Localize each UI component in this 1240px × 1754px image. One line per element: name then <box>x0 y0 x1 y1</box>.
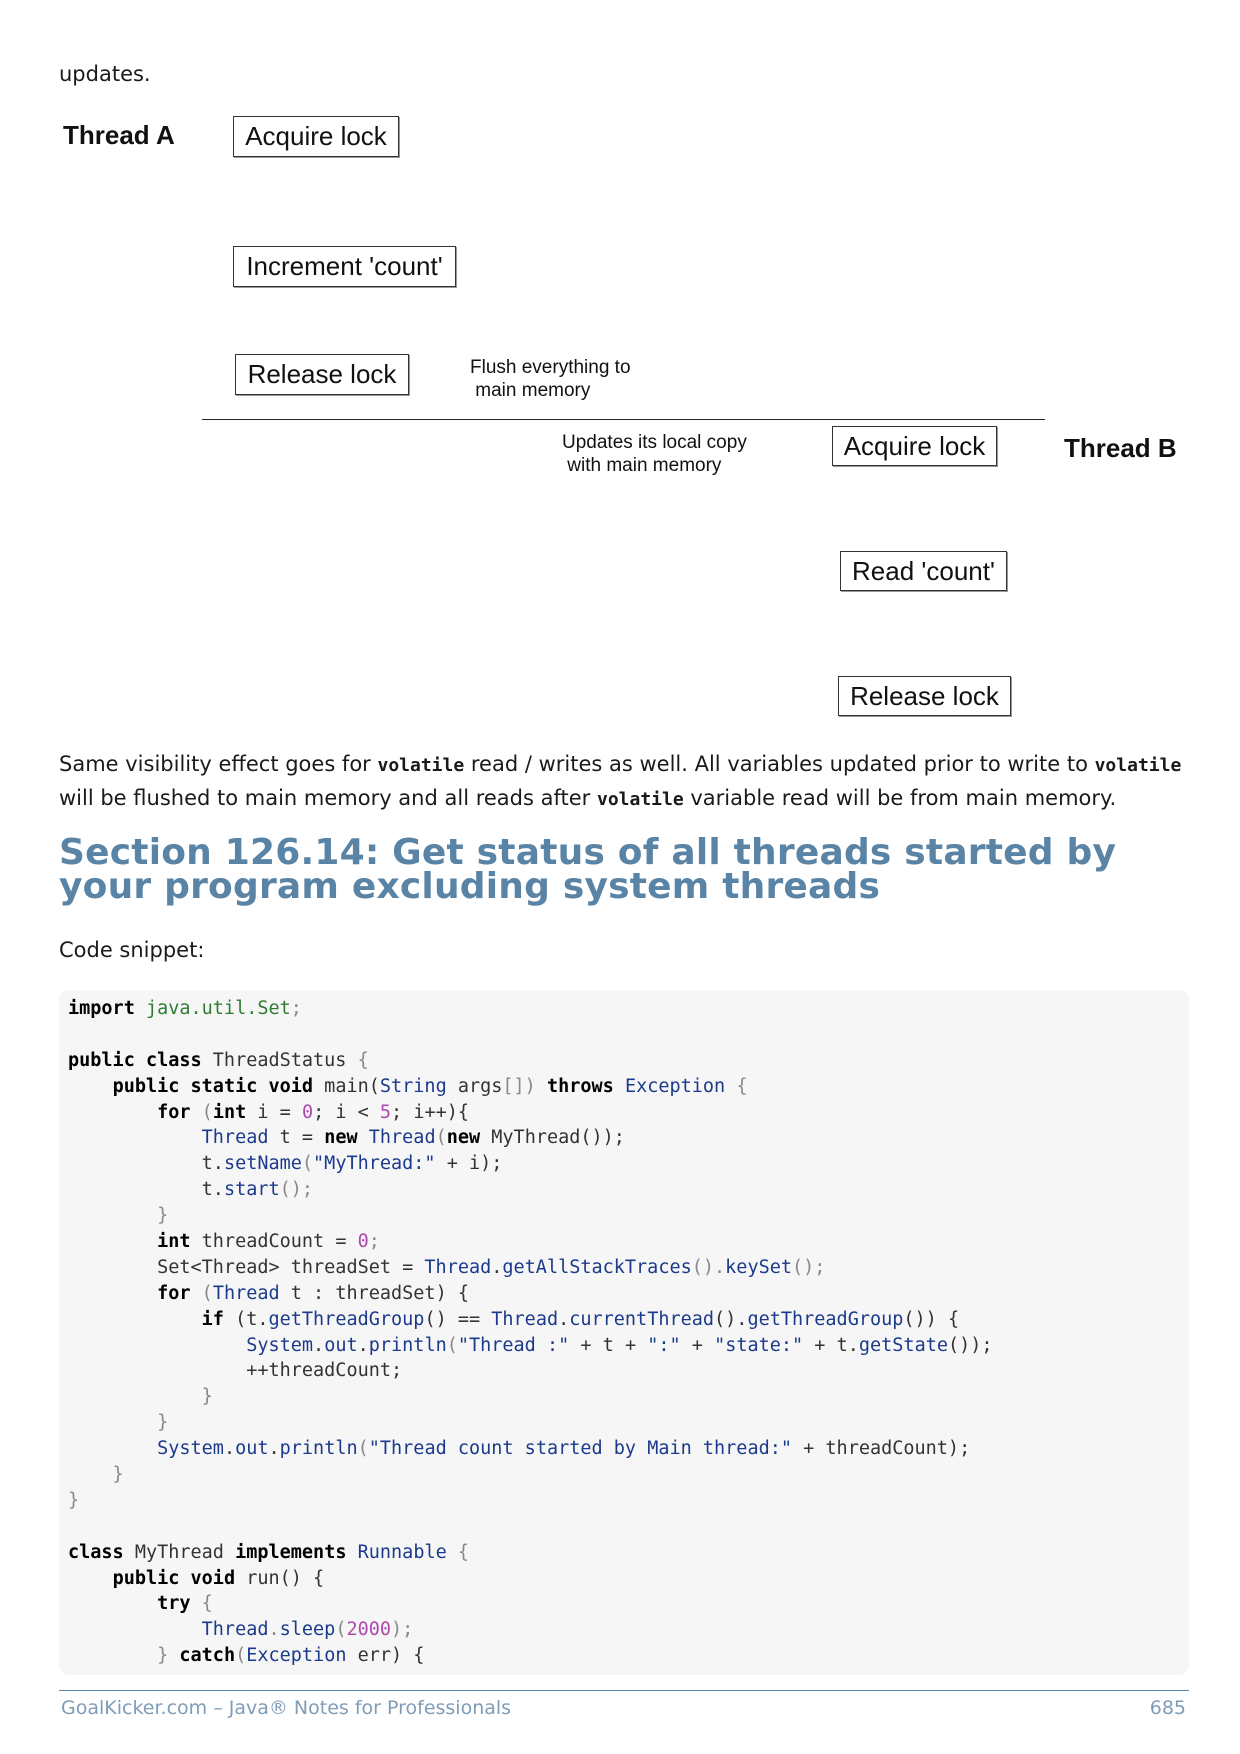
code-line: } <box>68 1489 80 1511</box>
thread-b-release-lock-box: Release lock <box>838 676 1011 716</box>
code-line: class MyThread implements Runnable { <box>68 1541 470 1563</box>
code-line: System.out.println("Thread :" + t + ":" … <box>246 1334 993 1356</box>
volatile-paragraph: Same visibility effect goes for volatile… <box>59 752 1182 810</box>
flush-note: Flush everything to main memory <box>470 357 631 401</box>
code-line: t.setName("MyThread:" + i); <box>68 1153 503 1175</box>
thread-a-release-lock-box: Release lock <box>235 354 409 395</box>
footer-book-title: GoalKicker.com – Java® Notes for Profess… <box>61 1697 512 1719</box>
thread-a-label: Thread A <box>63 120 175 150</box>
code-line: public static void main(String args[]) t… <box>112 1075 748 1097</box>
code-line: } <box>68 1464 124 1486</box>
section-heading: Section 126.14: Get status of all thread… <box>59 832 1117 907</box>
code-snippet-label: Code snippet: <box>59 938 205 962</box>
thread-b-label: Thread B <box>1064 433 1177 463</box>
code-line: try { <box>157 1593 213 1615</box>
code-line: } <box>68 1412 169 1434</box>
thread-b-acquire-lock-box: Acquire lock <box>832 426 997 466</box>
code-line: Thread.sleep(2000); <box>201 1619 414 1641</box>
code-line: Thread t = new Thread(new MyThread()); <box>201 1127 625 1149</box>
code-line: public class ThreadStatus { <box>68 1049 369 1071</box>
code-line: Set<Thread> threadSet = Thread.getAllSta… <box>68 1256 826 1278</box>
code-line: int threadCount = 0; <box>157 1231 380 1253</box>
code-line: for (int i = 0; i < 5; i++){ <box>157 1101 470 1123</box>
code-line: import java.util.Set; <box>68 998 302 1019</box>
sync-divider-line <box>202 419 1045 420</box>
code-line: } <box>68 1386 213 1408</box>
code-line: } catch(Exception err) { <box>68 1645 425 1667</box>
page-number: 685 <box>1149 1697 1186 1719</box>
code-line: public void run() { <box>112 1567 325 1589</box>
code-line: if (t.getThreadGroup() == Thread.current… <box>201 1308 960 1330</box>
footer-divider <box>59 1690 1189 1691</box>
thread-b-read-count-box: Read 'count' <box>840 551 1007 591</box>
code-line: t.start(); <box>68 1179 314 1201</box>
intro-text: updates. <box>59 62 151 86</box>
code-line: for (Thread t : threadSet) { <box>157 1282 469 1304</box>
thread-a-acquire-lock-box: Acquire lock <box>233 116 399 157</box>
thread-a-increment-count-box: Increment 'count' <box>233 246 456 287</box>
code-block: import java.util.Set; public class Threa… <box>59 990 1189 1675</box>
code-line: ++threadCount; <box>68 1360 403 1382</box>
code-line: System.out.println("Thread count started… <box>157 1438 971 1460</box>
code-line: } <box>68 1205 169 1227</box>
update-local-copy-note: Updates its local copy with main memory <box>562 432 747 476</box>
